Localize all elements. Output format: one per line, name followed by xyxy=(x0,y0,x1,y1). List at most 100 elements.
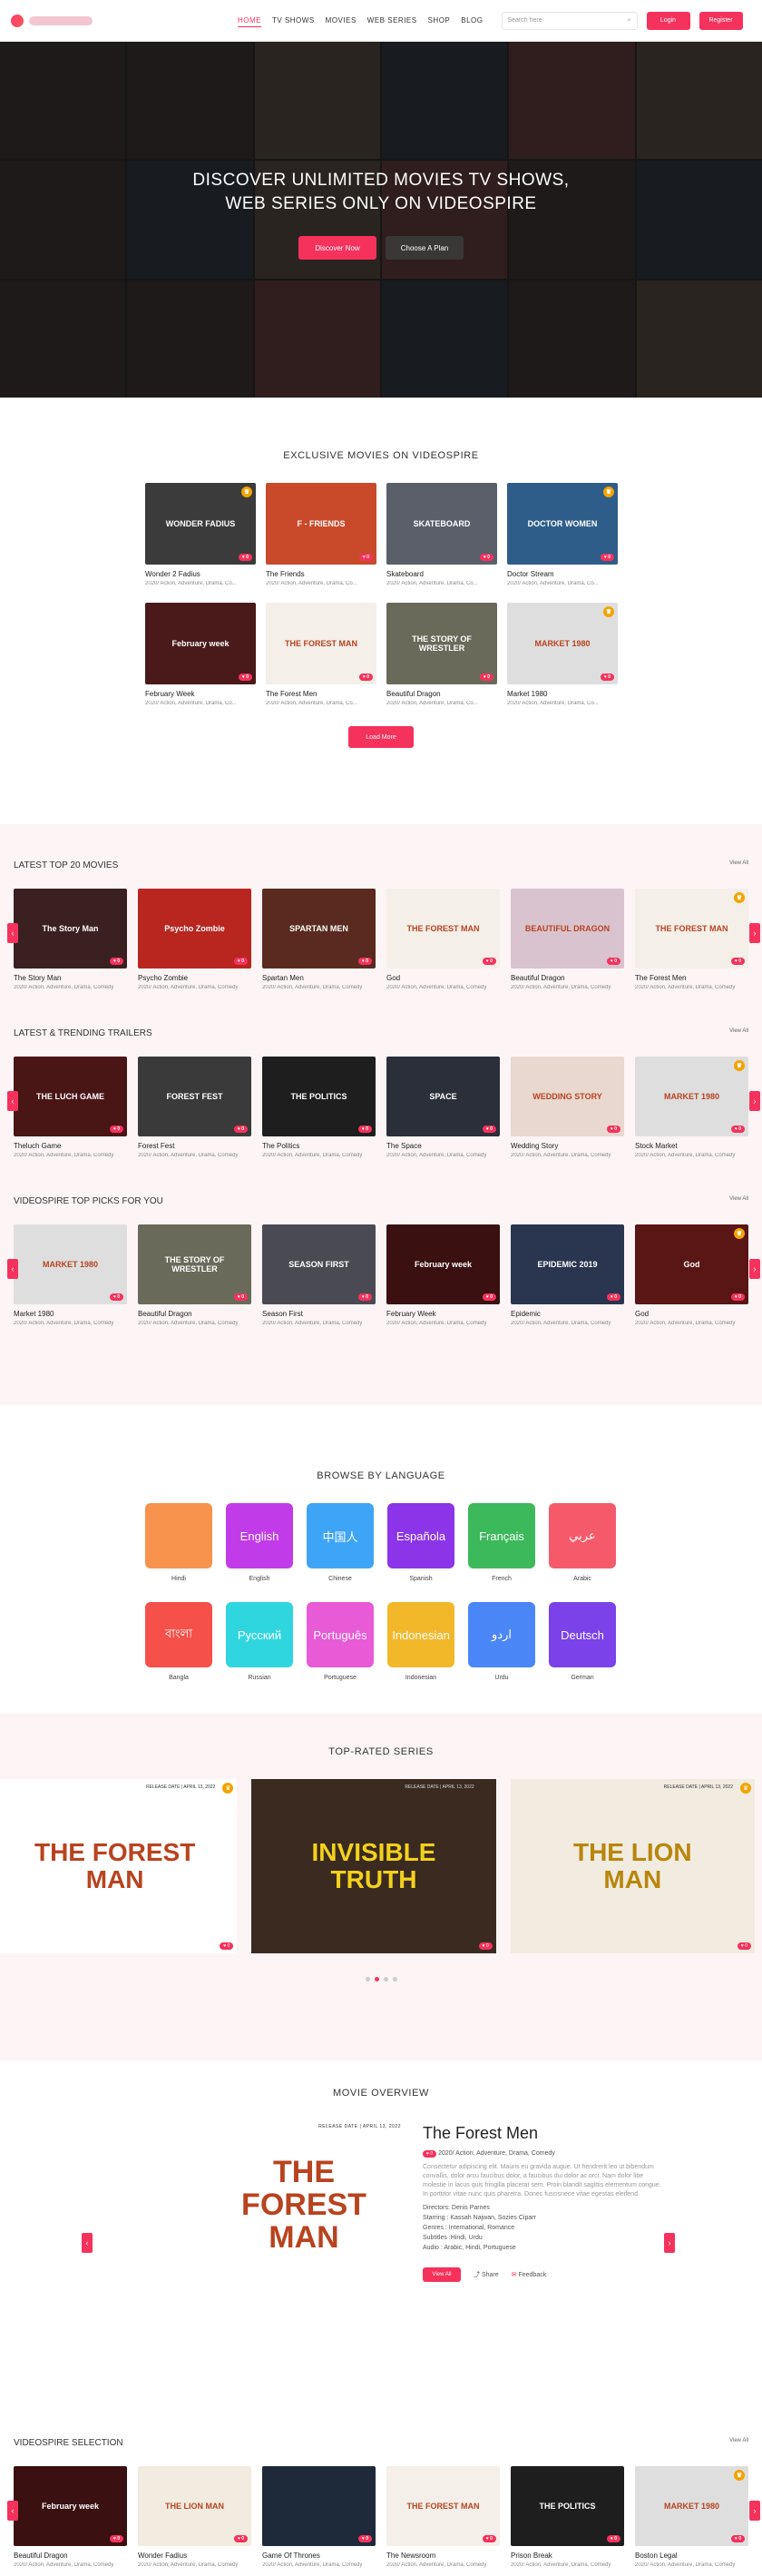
series-card[interactable]: RELEASE DATE | APRIL 13, 2022 INVISIBLE T… xyxy=(251,1779,496,1953)
like-badge[interactable]: ♥ 0 xyxy=(479,673,493,681)
movie-title[interactable]: Theluch Game xyxy=(14,1142,127,1150)
like-badge[interactable]: ♥ 0 xyxy=(600,673,614,681)
prev-arrow-icon[interactable]: ‹ xyxy=(7,923,18,943)
language-item[interactable]: 中国人 Chinese xyxy=(307,1503,374,1602)
movie-poster[interactable]: MARKET 1980 ♥ 0 ♛ xyxy=(507,603,618,684)
movie-poster[interactable]: February week ♥ 0 xyxy=(386,1224,500,1304)
next-arrow-icon[interactable]: › xyxy=(664,2233,675,2253)
movie-title[interactable]: God xyxy=(386,974,500,982)
like-badge[interactable]: ♥ 0 xyxy=(606,2535,620,2542)
movie-poster[interactable]: FOREST FEST ♥ 0 xyxy=(138,1057,251,1136)
like-badge[interactable]: ♥ 0 xyxy=(479,554,493,561)
movie-title[interactable]: Market 1980 xyxy=(14,1310,127,1318)
movie-card[interactable]: God ♥ 0 ♛ God 2020/ Action, Adventure, Drama… xyxy=(635,1224,748,1326)
movie-card[interactable]: February week ♥ 0 February Week 2020/ Actio… xyxy=(145,603,256,706)
movie-title[interactable]: Wonder Fadius xyxy=(138,2551,251,2560)
carousel-dot[interactable] xyxy=(383,1977,388,1981)
movie-title[interactable]: Stock Market xyxy=(635,1142,748,1150)
movie-card[interactable]: SKATEBOARD ♥ 0 Skateboard 2020/ Action, Adv… xyxy=(386,483,497,586)
movie-card[interactable]: Psycho Zombie ♥ 0 Psycho Zombie 2020/ Actio… xyxy=(138,889,251,990)
like-badge[interactable]: ♥ 0 xyxy=(233,1293,248,1301)
language-tile[interactable]: বাংলা xyxy=(145,1602,212,1667)
language-item[interactable]: Português Portuguese xyxy=(307,1602,374,1701)
prev-arrow-icon[interactable]: ‹ xyxy=(7,1259,18,1279)
nav-web-series[interactable]: WEB SERIES xyxy=(367,15,417,26)
like-badge[interactable]: ♥ 0 xyxy=(357,1126,372,1133)
language-tile[interactable]: 中国人 xyxy=(307,1503,374,1568)
language-item[interactable]: عربي Arabic xyxy=(549,1503,616,1602)
next-arrow-icon[interactable]: › xyxy=(749,1259,760,1279)
language-item[interactable]: Hindi xyxy=(145,1503,212,1602)
like-badge[interactable]: ♥ 0 xyxy=(730,1126,745,1133)
language-item[interactable]: Deutsch German xyxy=(549,1602,616,1701)
nav-home[interactable]: HOME xyxy=(238,15,261,27)
view-all-button[interactable]: View All xyxy=(423,2267,461,2282)
movie-title[interactable]: Game Of Thrones xyxy=(262,2551,376,2560)
like-badge[interactable]: ♥ 0 xyxy=(730,1293,745,1301)
like-badge[interactable]: ♥ 0 xyxy=(606,958,620,965)
movie-poster[interactable]: THE LUCH GAME ♥ 0 xyxy=(14,1057,127,1136)
like-badge[interactable]: ♥ 0 xyxy=(109,1293,123,1301)
like-badge[interactable]: ♥ 0 xyxy=(358,673,373,681)
movie-card[interactable]: February week ♥ 0 Beautiful Dragon 2020/ Ac… xyxy=(14,2466,127,2568)
like-badge[interactable]: ♥ 0 xyxy=(220,1942,234,1950)
movie-title[interactable]: The Politics xyxy=(262,1142,376,1150)
load-more-button[interactable]: Load More xyxy=(348,726,414,748)
like-badge[interactable]: ♥ 0 xyxy=(737,1942,751,1950)
site-logo[interactable] xyxy=(11,14,238,27)
language-item[interactable]: Indonesian Indonesian xyxy=(387,1602,454,1701)
language-item[interactable]: اردو Urdu xyxy=(468,1602,535,1701)
login-button[interactable]: Login xyxy=(646,11,690,30)
like-badge[interactable]: ♥ 0 xyxy=(482,958,496,965)
movie-card[interactable]: WONDER FADIUS ♥ 0 ♛ Wonder 2 Fadius 2020/ Ac… xyxy=(145,483,256,586)
carousel-dot-active[interactable] xyxy=(374,1977,379,1981)
movie-title[interactable]: Psycho Zombie xyxy=(138,974,251,982)
movie-poster[interactable]: F - FRIENDS ♥ 0 xyxy=(266,483,376,565)
movie-title[interactable]: Wedding Story xyxy=(511,1142,624,1150)
language-tile[interactable]: Deutsch xyxy=(549,1602,616,1667)
movie-title[interactable]: The Friends xyxy=(266,570,376,578)
language-item[interactable]: Русский Russian xyxy=(226,1602,293,1701)
movie-poster[interactable]: WEDDING STORY ♥ 0 xyxy=(511,1057,624,1136)
movie-card[interactable]: MARKET 1980 ♥ 0 ♛ Stock Market 2020/ Action,… xyxy=(635,1057,748,1158)
movie-card[interactable]: THE STORY OF WRESTLER ♥ 0 Beautiful Dragon… xyxy=(386,603,497,706)
movie-poster[interactable]: THE FOREST MAN ♥ 0 xyxy=(266,603,376,684)
register-button[interactable]: Register xyxy=(698,11,743,30)
like-badge[interactable]: ♥ 0 xyxy=(109,1126,123,1133)
movie-card[interactable]: DOCTOR WOMEN ♥ 0 ♛ Doctor Stream 2020/ Actio… xyxy=(507,483,618,586)
movie-poster[interactable]: Psycho Zombie ♥ 0 xyxy=(138,889,251,968)
movie-card[interactable]: SPACE ♥ 0 The Space 2020/ Action, Adventure… xyxy=(386,1057,500,1158)
like-badge[interactable]: ♥ 0 xyxy=(482,1293,496,1301)
like-badge[interactable]: ♥ 0 xyxy=(358,554,373,561)
like-badge[interactable]: ♥ 0 xyxy=(606,1126,620,1133)
movie-card[interactable]: MARKET 1980 ♥ 0 Market 1980 2020/ Action, A… xyxy=(14,1224,127,1326)
movie-poster[interactable]: February week ♥ 0 xyxy=(14,2466,127,2546)
like-badge[interactable]: ♥ 0 xyxy=(357,2535,372,2542)
movie-card[interactable]: F - FRIENDS ♥ 0 The Friends 2020/ Action, A… xyxy=(266,483,376,586)
next-arrow-icon[interactable]: › xyxy=(749,1091,760,1111)
language-item[interactable]: Français French xyxy=(468,1503,535,1602)
view-all-link[interactable]: View All xyxy=(729,2438,748,2448)
movie-title[interactable]: Beautiful Dragon xyxy=(511,974,624,982)
movie-title[interactable]: The Newsroom xyxy=(386,2551,500,2560)
movie-poster[interactable]: WONDER FADIUS ♥ 0 ♛ xyxy=(145,483,256,565)
like-badge[interactable]: ♥ 0 xyxy=(233,958,248,965)
movie-card[interactable]: SPARTAN MEN ♥ 0 Spartan Men 2020/ Action, A… xyxy=(262,889,376,990)
movie-title[interactable]: The Story Man xyxy=(14,974,127,982)
discover-now-button[interactable]: Discover Now xyxy=(298,236,376,260)
like-badge[interactable]: ♥ 0 xyxy=(482,2535,496,2542)
like-badge[interactable]: ♥ 0 xyxy=(109,2535,123,2542)
like-badge[interactable]: ♥ 0 xyxy=(109,958,123,965)
nav-shop[interactable]: SHOP xyxy=(428,15,451,26)
like-badge[interactable]: ♥ 0 xyxy=(233,1126,248,1133)
movie-card[interactable]: THE FOREST MAN ♥ 0 ♛ The Forest Men 2020/ Ac… xyxy=(635,889,748,990)
feedback-button[interactable]: ✉ Feedback xyxy=(512,2271,547,2278)
movie-poster[interactable]: THE STORY OF WRESTLER ♥ 0 xyxy=(386,603,497,684)
movie-card[interactable]: MARKET 1980 ♥ 0 ♛ Market 1980 2020/ Action, … xyxy=(507,603,618,706)
movie-card[interactable]: THE FOREST MAN ♥ 0 The Newsroom 2020/ Actio… xyxy=(386,2466,500,2568)
movie-title[interactable]: Spartan Men xyxy=(262,974,376,982)
movie-title[interactable]: Skateboard xyxy=(386,570,497,578)
nav-blog[interactable]: BLOG xyxy=(461,15,483,26)
nav-tv-shows[interactable]: TV SHOWS xyxy=(272,15,315,26)
carousel-dot[interactable] xyxy=(365,1977,370,1981)
